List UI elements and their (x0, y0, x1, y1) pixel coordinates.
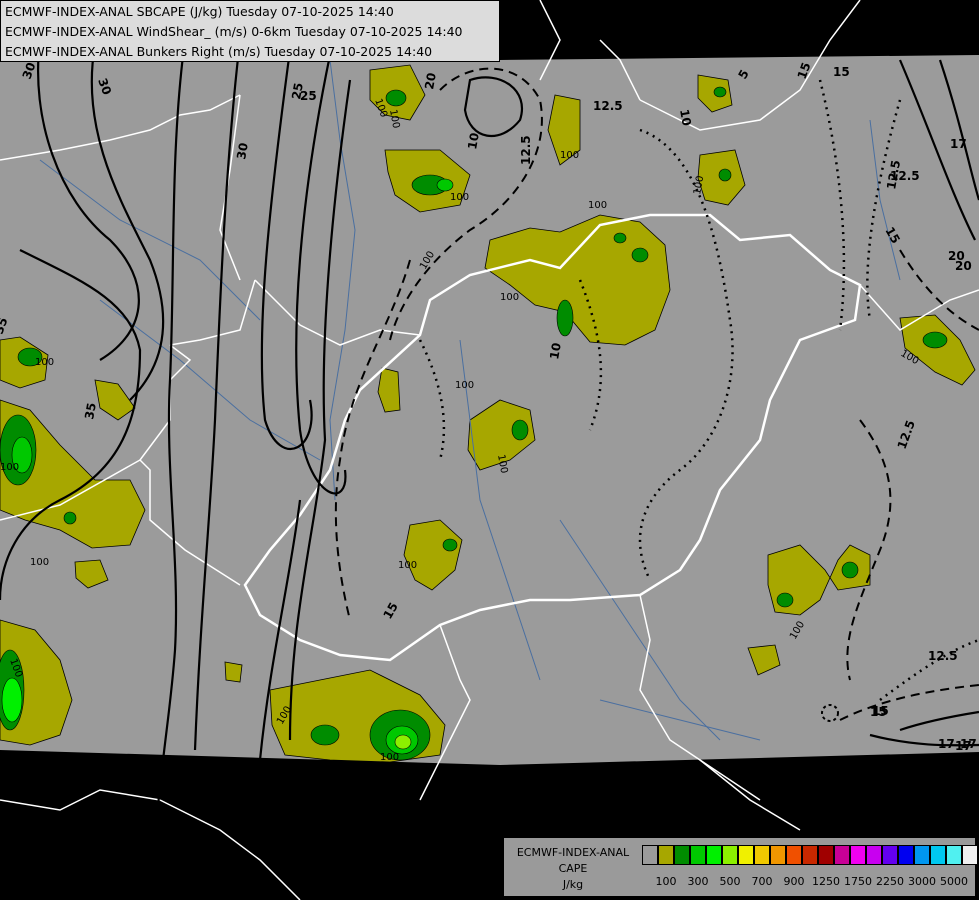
legend-tick-label: 2250 (876, 875, 904, 888)
legend-swatch (690, 845, 706, 865)
cape-label: 100 (398, 560, 417, 571)
shear-label: 17 (938, 737, 955, 751)
cape-core (613, 232, 627, 244)
legend-swatch (914, 845, 930, 865)
shear-label: 10 (677, 108, 694, 127)
legend-tick-label: 3000 (908, 875, 936, 888)
legend-swatch (818, 845, 834, 865)
legend-title-line2: CAPE (558, 862, 588, 875)
legend-swatch (754, 845, 770, 865)
legend-swatch (930, 845, 946, 865)
cape-core (718, 168, 732, 182)
shear-label: 35 (82, 402, 99, 421)
shear-label: 17 (955, 739, 972, 753)
shear-label: 15 (833, 65, 850, 79)
legend-title-line1: ECMWF-INDEX-ANAL (516, 846, 630, 859)
cape-core (442, 538, 458, 552)
legend-swatch (946, 845, 962, 865)
legend-tick-label: 100 (655, 875, 677, 888)
legend-unit: J/kg (562, 878, 584, 891)
shear-label: 25 (300, 89, 317, 103)
cape-label: 100 (560, 150, 579, 161)
shear-label: 20 (422, 72, 439, 91)
cape-core-bright (1, 677, 23, 723)
cape-label: 100 (0, 462, 19, 473)
shear-label: 10 (465, 132, 482, 151)
title-box: ECMWF-INDEX-ANAL SBCAPE (J/kg) Tuesday 0… (0, 0, 500, 62)
cape-core (922, 331, 948, 349)
legend-tick-label: 5000 (940, 875, 968, 888)
legend-swatch (738, 845, 754, 865)
legend-swatch (786, 845, 802, 865)
legend-swatch (866, 845, 882, 865)
cape-core (841, 561, 859, 579)
cape-label: 100 (450, 192, 469, 203)
cape-core (310, 724, 340, 746)
shear-label: 17 (950, 137, 967, 151)
cape-core (556, 299, 574, 337)
cape-label: 100 (500, 292, 519, 303)
cape-core (385, 89, 407, 107)
legend-tick-label: 700 (751, 875, 773, 888)
cape-label: 100 (588, 200, 607, 211)
cape-core-bright (394, 734, 412, 750)
shear-label: 12.5 (519, 135, 533, 165)
shear-label: 15 (872, 704, 889, 718)
legend-tick-label: 1250 (812, 875, 840, 888)
legend-tick-label: 300 (687, 875, 709, 888)
shear-label: 10 (547, 342, 564, 361)
legend-tick-label: 1750 (844, 875, 872, 888)
legend-tick-label: 500 (719, 875, 741, 888)
title-line-bunkers: ECMWF-INDEX-ANAL Bunkers Right (m/s) Tue… (5, 44, 433, 59)
shear-label: 12.5 (593, 99, 623, 113)
legend-swatch (770, 845, 786, 865)
legend-swatch (962, 845, 978, 865)
legend-swatch (674, 845, 690, 865)
legend-swatch (722, 845, 738, 865)
shear-label: 12.5 (890, 169, 920, 183)
cape-core (63, 511, 77, 525)
shear-label: 30 (234, 142, 251, 161)
cape-label: 100 (30, 557, 49, 568)
shear-label: 12.5 (928, 649, 958, 663)
cape-label: 100 (455, 380, 474, 391)
cape-region (224, 661, 243, 683)
legend-swatch (802, 845, 818, 865)
title-line-sbcape: ECMWF-INDEX-ANAL SBCAPE (J/kg) Tuesday 0… (5, 4, 394, 19)
legend-swatch (882, 845, 898, 865)
forecast-map: 30 30 30 25 35 35 20 15 10 10 12.5 12.5 … (0, 0, 979, 900)
cape-label: 100 (35, 357, 54, 368)
cape-label: 100 (380, 752, 399, 763)
legend-swatch (642, 845, 658, 865)
shear-label: 20 (948, 249, 965, 263)
legend-swatch (658, 845, 674, 865)
cape-core (713, 86, 727, 98)
legend-swatch (898, 845, 914, 865)
legend-swatch (706, 845, 722, 865)
cape-core (776, 592, 794, 608)
title-line-windshear: ECMWF-INDEX-ANAL WindShear_ (m/s) 0-6km … (5, 24, 463, 39)
cape-core-bright (436, 178, 454, 192)
cape-core (631, 247, 649, 263)
cape-legend: ECMWF-INDEX-ANAL CAPE J/kg 100 300 500 700 9… (503, 837, 978, 897)
legend-swatch (834, 845, 850, 865)
data-domain (0, 40, 979, 765)
legend-swatch (850, 845, 866, 865)
cape-core (511, 419, 529, 441)
legend-tick-label: 900 (783, 875, 805, 888)
